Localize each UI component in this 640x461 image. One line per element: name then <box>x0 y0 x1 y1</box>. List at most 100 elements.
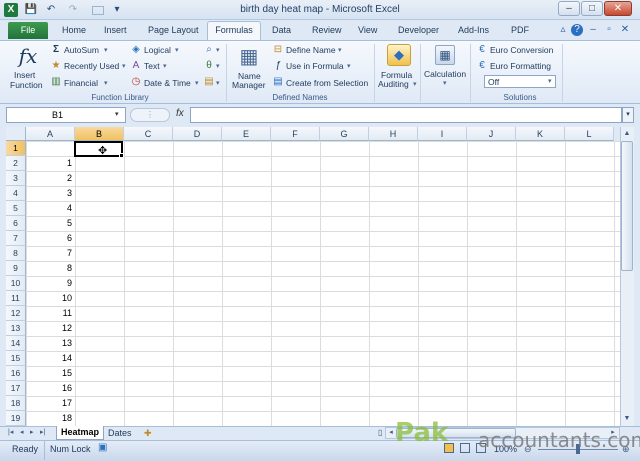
column-header-k[interactable]: K <box>516 127 565 141</box>
formula-input[interactable] <box>190 107 622 123</box>
formula-bar-grip[interactable]: ⋮ <box>130 108 170 122</box>
calculation-label[interactable]: Calculation <box>424 69 466 79</box>
cell-a2[interactable]: 1 <box>26 156 72 171</box>
fill-handle[interactable] <box>119 153 124 158</box>
text-icon[interactable]: A <box>130 60 142 72</box>
workbook-close-icon[interactable]: ✕ <box>619 24 631 36</box>
financial-dropdown-icon[interactable]: ▾ <box>104 79 108 87</box>
logical-icon[interactable]: ◈ <box>130 44 142 56</box>
tab-insert[interactable]: Insert <box>104 25 127 35</box>
insert-sheet-icon[interactable]: ✚ <box>144 428 162 438</box>
help-icon[interactable]: ? <box>571 24 583 36</box>
tab-page-layout[interactable]: Page Layout <box>148 25 199 35</box>
recently-used-button[interactable]: Recently Used <box>64 61 119 71</box>
column-header-i[interactable]: I <box>418 127 467 141</box>
cell-a16[interactable]: 15 <box>26 366 72 381</box>
form-icon[interactable] <box>92 6 104 15</box>
euro-formatting-button[interactable]: Euro Formatting <box>490 61 551 71</box>
page-layout-view-icon[interactable] <box>460 443 470 453</box>
use-in-formula-icon[interactable]: ƒ <box>272 60 284 72</box>
column-header-j[interactable]: J <box>467 127 516 141</box>
logical-dropdown-icon[interactable]: ▾ <box>175 46 179 54</box>
row-header-1[interactable]: 1 <box>6 141 26 156</box>
tab-review[interactable]: Review <box>312 25 342 35</box>
row-header-9[interactable]: 9 <box>6 261 26 276</box>
cell-grid[interactable] <box>26 141 620 426</box>
row-header-7[interactable]: 7 <box>6 231 26 246</box>
star-icon[interactable]: ★ <box>50 60 62 72</box>
row-header-2[interactable]: 2 <box>6 156 26 171</box>
calculation-dropdown-icon[interactable]: ▾ <box>443 79 447 87</box>
create-from-selection-button[interactable]: Create from Selection <box>286 78 368 88</box>
text-dropdown-icon[interactable]: ▾ <box>163 62 167 70</box>
column-header-d[interactable]: D <box>173 127 222 141</box>
maximize-button[interactable]: □ <box>581 1 603 16</box>
cell-a3[interactable]: 2 <box>26 171 72 186</box>
name-box[interactable] <box>6 107 126 123</box>
column-header-f[interactable]: F <box>271 127 320 141</box>
name-manager-label-2[interactable]: Manager <box>232 80 266 90</box>
column-header-e[interactable]: E <box>222 127 271 141</box>
cell-a17[interactable]: 16 <box>26 381 72 396</box>
column-header-h[interactable]: H <box>369 127 418 141</box>
last-sheet-icon[interactable]: ▸| <box>40 428 45 436</box>
tab-developer[interactable]: Developer <box>398 25 439 35</box>
cell-a13[interactable]: 12 <box>26 321 72 336</box>
column-header-c[interactable]: C <box>124 127 173 141</box>
tab-split-icon[interactable]: ▯ <box>378 428 382 437</box>
formula-auditing-label-2[interactable]: Auditing <box>378 79 409 89</box>
autosum-dropdown-icon[interactable]: ▾ <box>104 46 108 54</box>
financial-button[interactable]: Financial <box>64 78 98 88</box>
math-trig-icon[interactable]: θ <box>203 60 215 72</box>
insert-function-label-1[interactable]: Insert <box>14 70 35 80</box>
redo-icon[interactable]: ↷ <box>66 3 80 17</box>
row-header-5[interactable]: 5 <box>6 201 26 216</box>
sheet-tab-heatmap[interactable]: Heatmap <box>56 426 104 440</box>
row-header-4[interactable]: 4 <box>6 186 26 201</box>
autosum-button[interactable]: AutoSum <box>64 45 99 55</box>
excel-logo-icon[interactable]: X <box>4 3 18 17</box>
name-manager-icon[interactable]: ▦ <box>236 44 262 69</box>
select-all-corner[interactable] <box>6 127 26 141</box>
tab-pdf[interactable]: PDF <box>511 25 529 35</box>
calculation-icon[interactable]: ▦ <box>435 45 455 65</box>
minimize-button[interactable]: – <box>558 1 580 16</box>
row-header-19[interactable]: 19 <box>6 411 26 426</box>
sheet-tab-dates[interactable]: Dates <box>108 428 132 438</box>
column-header-g[interactable]: G <box>320 127 369 141</box>
euro-off-dropdown-icon[interactable]: ▾ <box>548 77 552 85</box>
workbook-minimize-icon[interactable]: – <box>587 24 599 36</box>
cell-a15[interactable]: 14 <box>26 351 72 366</box>
cell-a6[interactable]: 5 <box>26 216 72 231</box>
text-button[interactable]: Text <box>144 61 160 71</box>
more-functions-dropdown-icon[interactable]: ▾ <box>216 79 220 87</box>
row-header-6[interactable]: 6 <box>6 216 26 231</box>
cell-a12[interactable]: 11 <box>26 306 72 321</box>
autosum-icon[interactable]: Σ <box>50 44 62 56</box>
tab-add-ins[interactable]: Add-Ins <box>458 25 489 35</box>
cell-a7[interactable]: 6 <box>26 231 72 246</box>
column-header-a[interactable]: A <box>26 127 75 141</box>
row-header-17[interactable]: 17 <box>6 381 26 396</box>
cell-a4[interactable]: 3 <box>26 186 72 201</box>
expand-formula-bar-icon[interactable]: ▾ <box>622 107 634 123</box>
cell-a14[interactable]: 13 <box>26 336 72 351</box>
cell-a11[interactable]: 10 <box>26 291 72 306</box>
row-header-10[interactable]: 10 <box>6 276 26 291</box>
tab-formulas[interactable]: Formulas <box>207 21 261 41</box>
name-box-dropdown-icon[interactable]: ▾ <box>115 110 119 118</box>
tab-home[interactable]: Home <box>62 25 86 35</box>
date-time-icon[interactable]: ◷ <box>130 76 142 88</box>
macro-record-icon[interactable]: ▣ <box>98 442 110 454</box>
define-name-icon[interactable]: ⊟ <box>272 44 284 56</box>
workbook-restore-icon[interactable]: ▫ <box>603 24 615 36</box>
lookup-dropdown-icon[interactable]: ▾ <box>216 46 220 54</box>
formula-auditing-icon[interactable]: ◆ <box>387 44 411 66</box>
tab-file[interactable]: File <box>8 22 48 39</box>
row-header-11[interactable]: 11 <box>6 291 26 306</box>
recently-used-dropdown-icon[interactable]: ▾ <box>122 62 126 70</box>
collapse-ribbon-icon[interactable]: ▵ <box>557 24 569 36</box>
euro-conversion-icon[interactable]: € <box>476 44 488 56</box>
date-time-button[interactable]: Date & Time <box>144 78 191 88</box>
use-in-formula-dropdown-icon[interactable]: ▾ <box>347 62 351 70</box>
